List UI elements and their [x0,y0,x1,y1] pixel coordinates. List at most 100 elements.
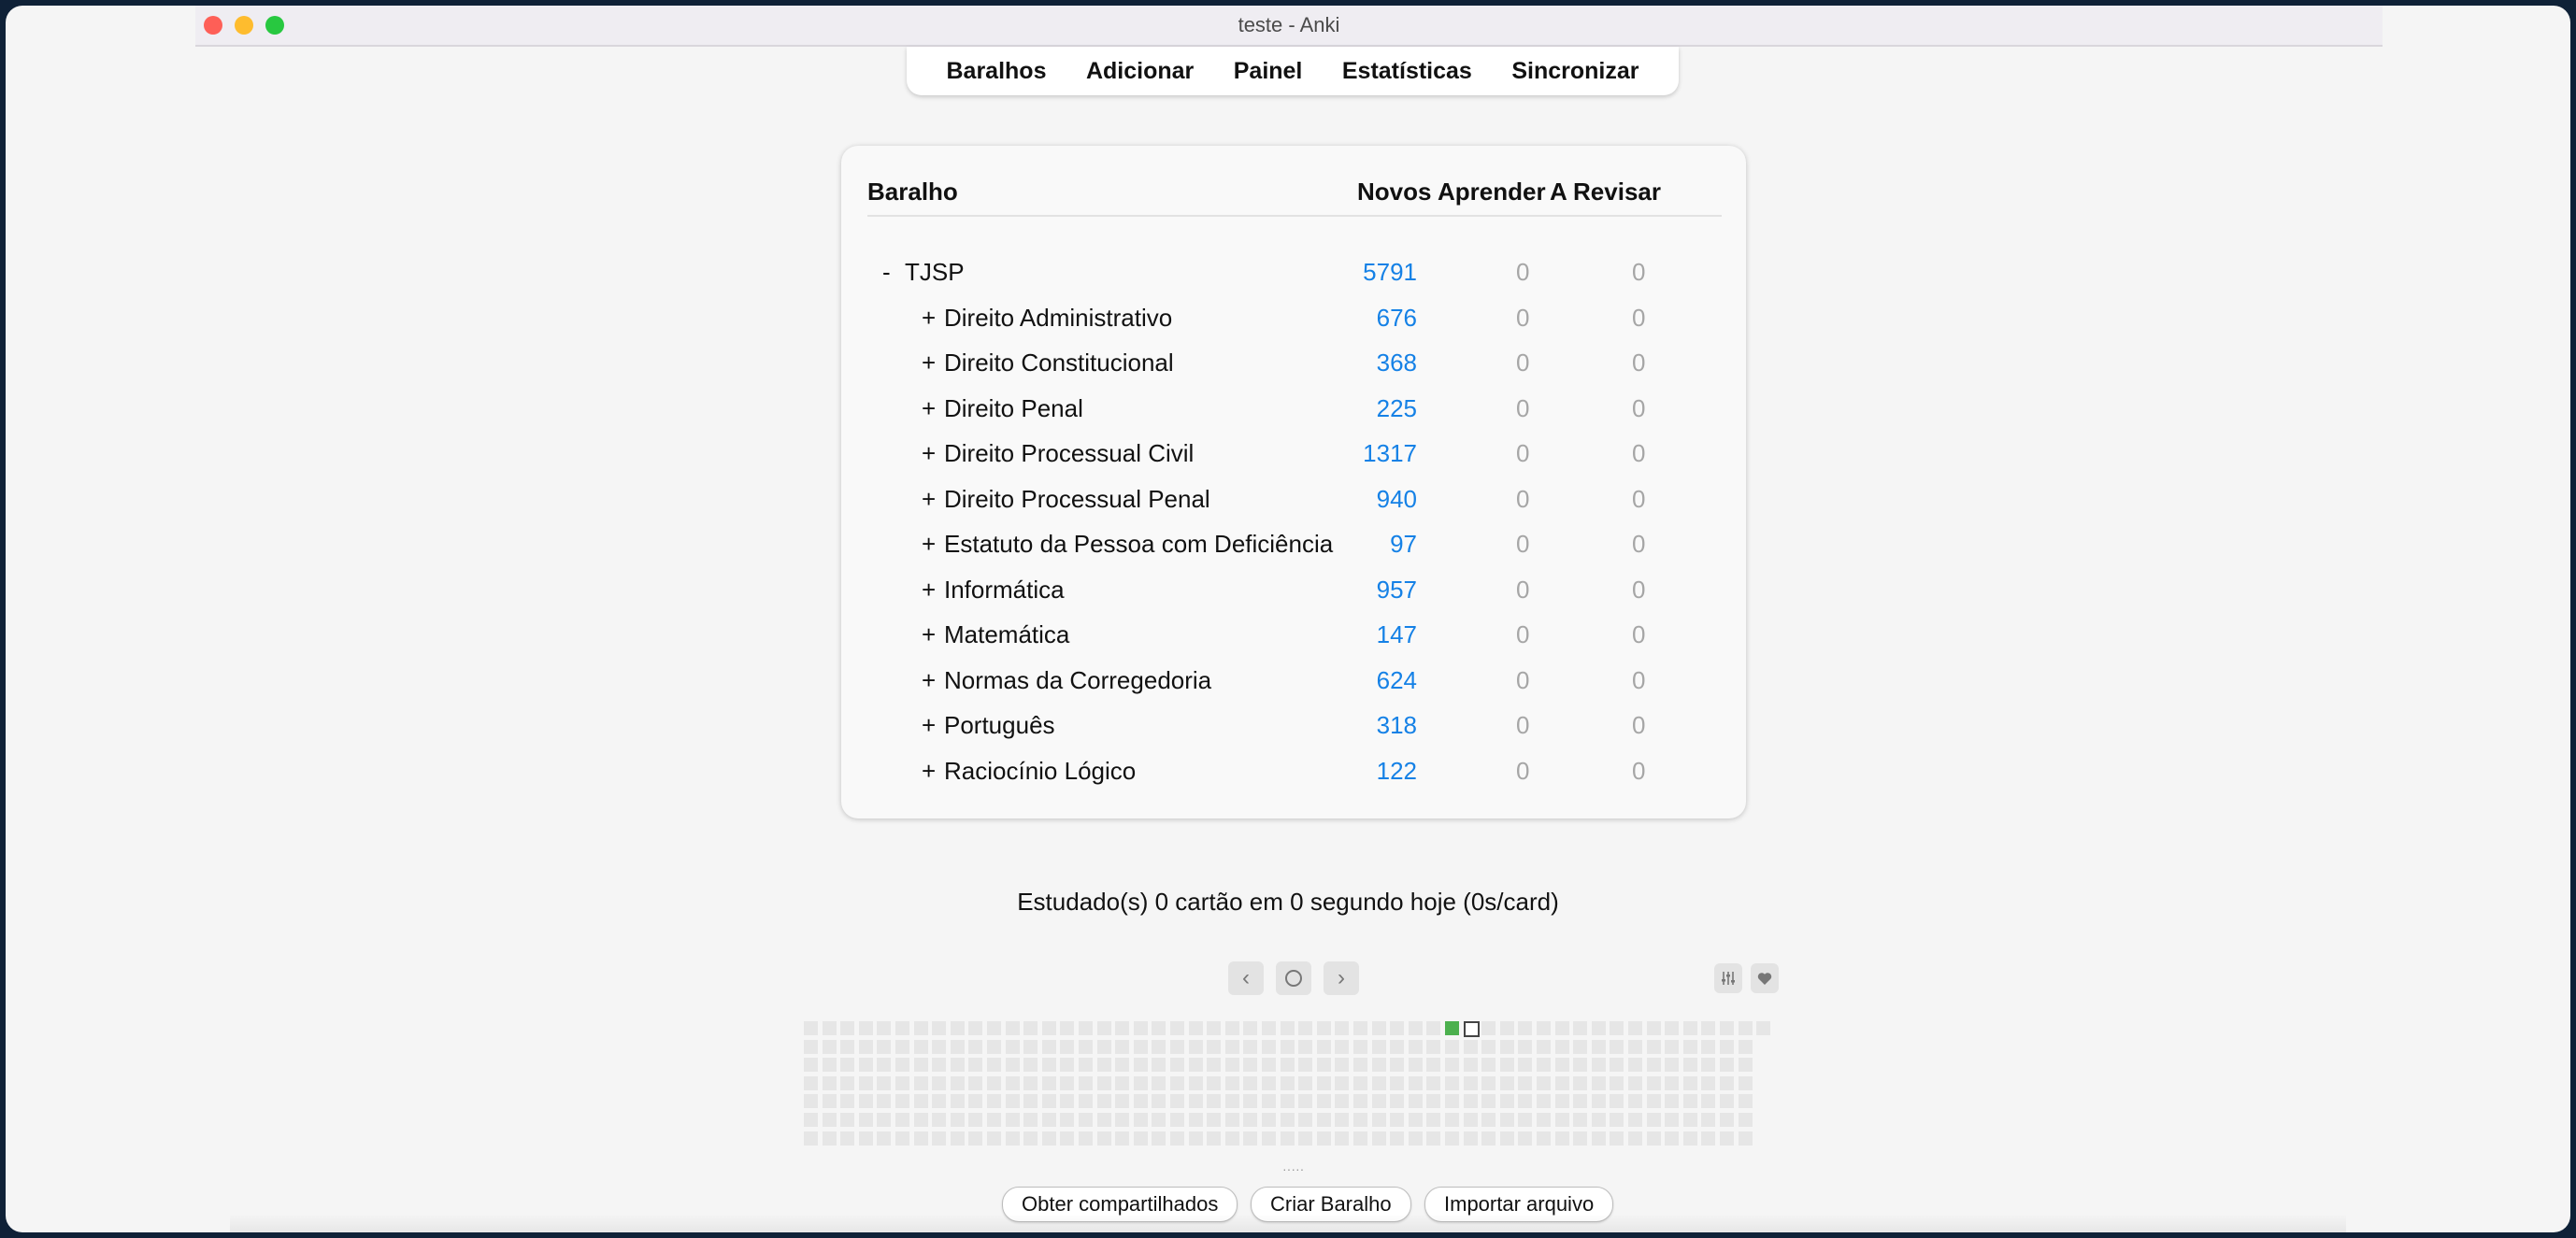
heatmap-day-cell[interactable] [1316,1039,1331,1054]
heatmap-day-cell[interactable] [1426,1058,1441,1073]
heatmap-day-cell[interactable] [1756,1021,1771,1035]
heatmap-day-cell[interactable] [1353,1094,1367,1109]
heatmap-day-cell[interactable] [1298,1094,1313,1109]
heatmap-day-cell[interactable] [1023,1113,1038,1127]
heatmap-day-cell[interactable] [1573,1021,1588,1035]
heatmap-day-cell[interactable] [804,1094,818,1109]
heatmap-day-cell[interactable] [950,1094,965,1109]
heatmap-day-cell[interactable] [913,1039,928,1054]
heatmap-day-cell[interactable] [1316,1021,1331,1035]
heatmap-day-cell[interactable] [1188,1039,1203,1054]
heatmap-day-cell[interactable] [950,1113,965,1127]
heatmap-day-cell[interactable] [877,1039,892,1054]
heatmap-day-cell[interactable] [1665,1039,1680,1054]
heatmap-day-cell[interactable] [804,1058,818,1073]
heatmap-day-cell[interactable] [1371,1113,1386,1127]
deck-name[interactable]: Direito Penal [944,394,1083,423]
heatmap-day-cell[interactable] [840,1058,855,1073]
heatmap-day-cell[interactable] [1224,1131,1239,1146]
table-row[interactable]: + Estatuto da Pessoa com Deficiência 97 0 0 [841,530,1746,571]
heatmap-day-cell[interactable] [1720,1021,1734,1035]
heatmap-day-cell[interactable] [950,1131,965,1146]
heatmap-day-cell[interactable] [1610,1075,1624,1090]
heatmap-day-cell[interactable] [1280,1113,1295,1127]
heatmap-day-cell[interactable] [1188,1113,1203,1127]
heatmap-day-cell[interactable] [1720,1113,1734,1127]
chevron-right-icon[interactable]: › [1324,961,1359,995]
heatmap-day-cell[interactable] [1738,1113,1753,1127]
heatmap-day-cell[interactable] [1335,1058,1350,1073]
heatmap-day-cell[interactable] [987,1131,1001,1146]
heatmap-day-cell[interactable] [1280,1131,1295,1146]
heatmap-day-cell[interactable] [1371,1021,1386,1035]
heatmap-day-cell[interactable] [913,1094,928,1109]
heatmap-day-cell[interactable] [1152,1113,1166,1127]
heatmap-day-cell[interactable] [1224,1021,1239,1035]
heatmap-day-cell[interactable] [913,1021,928,1035]
heatmap-day-cell[interactable] [1060,1058,1075,1073]
heatmap-day-cell[interactable] [1115,1058,1130,1073]
heatmap-day-cell[interactable] [1573,1113,1588,1127]
heatmap-day-cell[interactable] [1005,1094,1020,1109]
heatmap-day-cell[interactable] [1738,1058,1753,1073]
heatmap-day-cell[interactable] [1591,1113,1606,1127]
heatmap-day-cell[interactable] [1243,1131,1258,1146]
heatmap-day-cell[interactable] [804,1039,818,1054]
heatmap-day-cell[interactable] [1243,1094,1258,1109]
heatmap-day-cell[interactable] [1481,1113,1496,1127]
heatmap-day-cell[interactable] [1573,1058,1588,1073]
heatmap-day-cell[interactable] [895,1039,909,1054]
heatmap-day-cell[interactable] [1445,1131,1459,1146]
heatmap-day-cell[interactable] [1537,1058,1551,1073]
heatmap-day-cell[interactable] [1408,1039,1423,1054]
heatmap-day-cell[interactable] [1591,1021,1606,1035]
heatmap-day-cell[interactable] [1152,1094,1166,1109]
heatmap-day-cell[interactable] [1041,1039,1056,1054]
heatmap-day-cell[interactable] [913,1075,928,1090]
heatmap-day-cell[interactable] [968,1094,983,1109]
heatmap-day-cell[interactable] [858,1094,873,1109]
heatmap-day-cell[interactable] [1005,1058,1020,1073]
heatmap-day-cell[interactable] [1023,1039,1038,1054]
heatmap-day-cell[interactable] [1390,1094,1405,1109]
heatmap-day-cell[interactable] [1738,1094,1753,1109]
heatmap-day-cell[interactable] [1041,1094,1056,1109]
heatmap-day-cell[interactable] [1262,1094,1276,1109]
heatmap-day-cell[interactable] [858,1075,873,1090]
heatmap-day-cell[interactable] [968,1075,983,1090]
heatmap-day-cell[interactable] [1701,1075,1716,1090]
heatmap-day-cell[interactable] [1591,1075,1606,1090]
heatmap-day-cell[interactable] [1243,1113,1258,1127]
heatmap-day-cell[interactable] [1445,1021,1459,1035]
heatmap-day-cell[interactable] [1371,1094,1386,1109]
heatmap-day-cell[interactable] [1207,1131,1222,1146]
heatmap-day-cell[interactable] [1353,1113,1367,1127]
heatmap-day-cell[interactable] [1554,1094,1569,1109]
heatmap-day-cell[interactable] [1646,1131,1661,1146]
heatmap-day-cell[interactable] [1298,1021,1313,1035]
heatmap-day-cell[interactable] [1537,1113,1551,1127]
heatmap-day-cell[interactable] [1353,1021,1367,1035]
heatmap-day-cell[interactable] [1188,1058,1203,1073]
expand-collapse-toggle[interactable]: + [922,485,936,514]
heatmap-day-cell[interactable] [822,1094,837,1109]
heatmap-day-cell[interactable] [1041,1113,1056,1127]
heatmap-day-cell[interactable] [895,1131,909,1146]
table-row[interactable]: + Direito Constitucional 368 0 0 [841,349,1746,390]
heatmap-day-cell[interactable] [1115,1131,1130,1146]
heatmap-day-cell[interactable] [1463,1131,1478,1146]
heatmap-day-cell[interactable] [1390,1039,1405,1054]
heatmap-day-cell[interactable] [1591,1058,1606,1073]
heatmap-day-cell[interactable] [804,1021,818,1035]
heatmap-day-cell[interactable] [1335,1039,1350,1054]
heatmap-day-cell[interactable] [840,1021,855,1035]
heatmap-day-cell[interactable] [1665,1113,1680,1127]
heatmap-day-cell[interactable] [840,1131,855,1146]
expand-collapse-toggle[interactable]: + [922,439,936,468]
heatmap-day-cell[interactable] [913,1131,928,1146]
heatmap-day-cell[interactable] [1170,1075,1184,1090]
heatmap-day-cell[interactable] [1188,1075,1203,1090]
heatmap-day-cell[interactable] [1152,1058,1166,1073]
heatmap-day-cell[interactable] [877,1113,892,1127]
expand-collapse-toggle[interactable]: + [922,530,936,559]
